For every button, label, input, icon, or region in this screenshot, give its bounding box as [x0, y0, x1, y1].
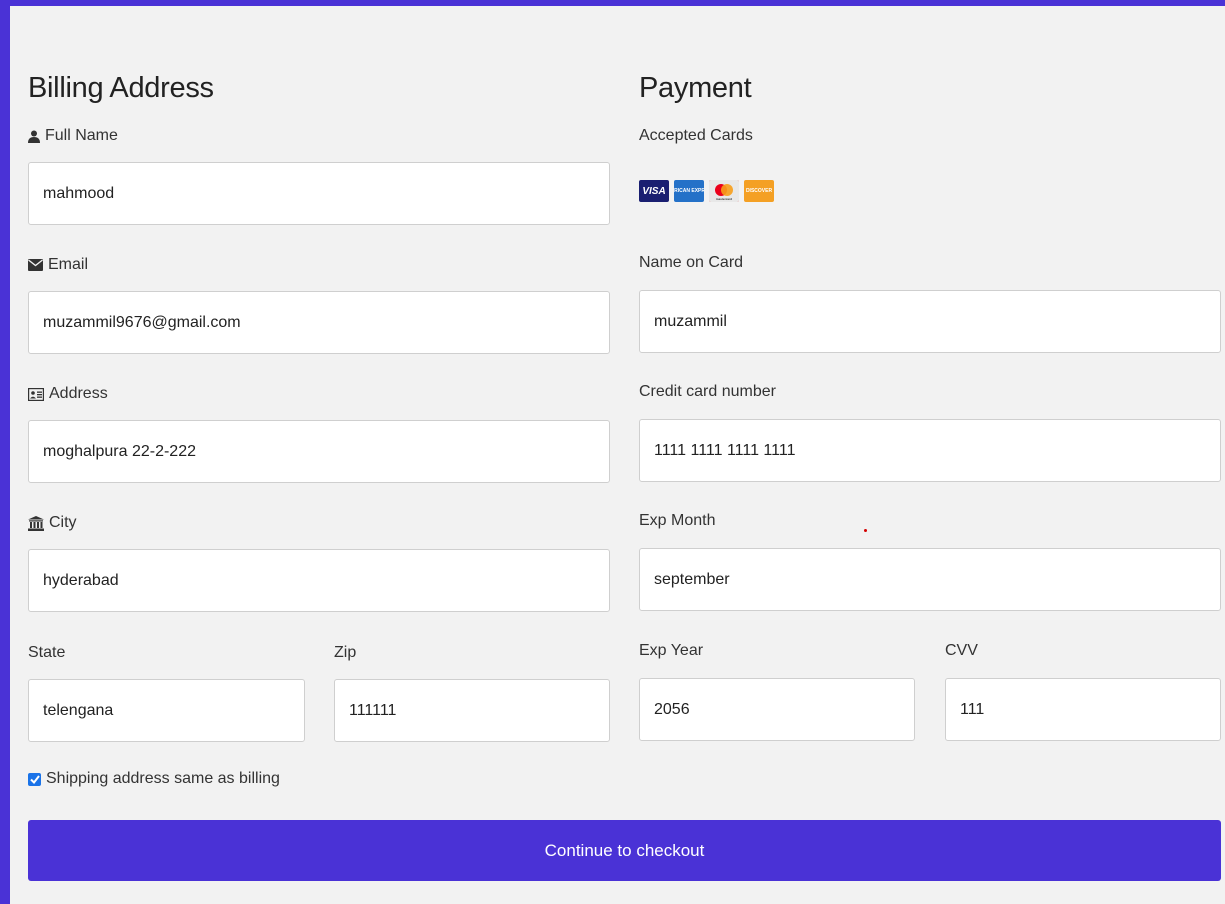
exp-year-input[interactable]: [639, 678, 915, 741]
payment-heading: Payment: [639, 72, 752, 104]
email-input[interactable]: [28, 291, 610, 354]
zip-input[interactable]: [334, 679, 610, 742]
envelope-icon: [28, 259, 43, 271]
accepted-cards: VISA AMERICAN EXPRESS mastercard DISCOVE…: [639, 180, 774, 202]
visa-card-icon: VISA: [639, 180, 669, 202]
name-on-card-label: Name on Card: [639, 254, 744, 271]
card-number-input[interactable]: [639, 419, 1221, 482]
accepted-cards-label: Accepted Cards: [639, 127, 753, 144]
exp-year-label: Exp Year: [639, 642, 704, 659]
billing-heading: Billing Address: [28, 72, 214, 104]
name-on-card-input[interactable]: [639, 290, 1221, 353]
full-name-label: Full Name: [28, 127, 118, 145]
discover-card-icon: DISCOVER: [744, 180, 774, 202]
address-card-icon: [28, 387, 44, 401]
institution-icon: [28, 515, 44, 531]
svg-text:mastercard: mastercard: [716, 197, 732, 201]
user-icon: [28, 130, 40, 143]
full-name-input[interactable]: [28, 162, 610, 225]
city-label: City: [28, 514, 77, 532]
exp-month-label: Exp Month: [639, 512, 716, 529]
state-label: State: [28, 644, 66, 661]
city-input[interactable]: [28, 549, 610, 612]
exp-month-input[interactable]: [639, 548, 1221, 611]
address-input[interactable]: [28, 420, 610, 483]
continue-to-checkout-button[interactable]: Continue to checkout: [28, 820, 1221, 881]
amex-card-icon: AMERICAN EXPRESS: [674, 180, 704, 202]
card-number-label: Credit card number: [639, 383, 776, 400]
shipping-same-checkbox[interactable]: [28, 772, 41, 786]
mastercard-card-icon: mastercard: [709, 180, 739, 202]
checkout-panel: Billing Address Full Name Email Address: [10, 6, 1225, 904]
zip-label: Zip: [334, 644, 357, 661]
email-label: Email: [28, 256, 88, 274]
cvv-input[interactable]: [945, 678, 1221, 741]
check-icon: [29, 774, 40, 784]
state-input[interactable]: [28, 679, 305, 742]
cvv-label: CVV: [945, 642, 978, 659]
shipping-same-label: Shipping address same as billing: [46, 770, 280, 787]
address-label: Address: [28, 385, 108, 403]
shipping-same-checkbox-row[interactable]: Shipping address same as billing: [28, 770, 280, 788]
stray-dot: [864, 529, 867, 532]
